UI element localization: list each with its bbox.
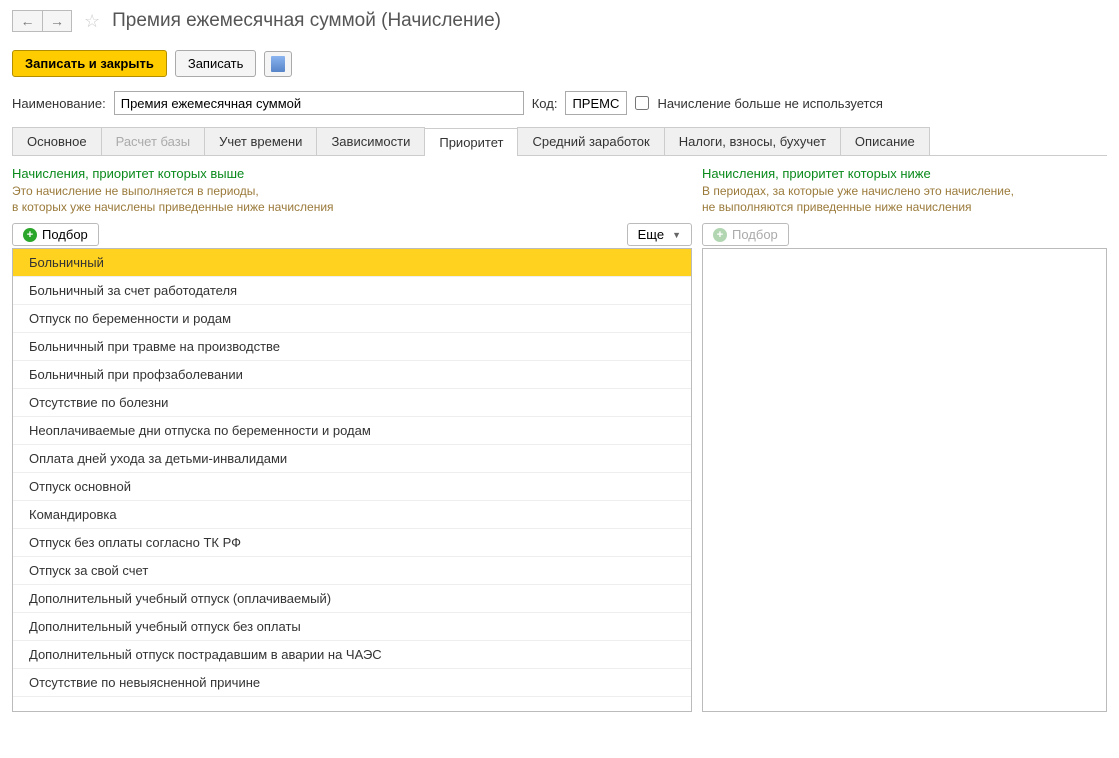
code-label: Код:: [532, 96, 558, 111]
list-item[interactable]: Дополнительный учебный отпуск без оплаты: [13, 613, 691, 641]
name-label: Наименование:: [12, 96, 106, 111]
list-item[interactable]: Отпуск основной: [13, 473, 691, 501]
inactive-label: Начисление больше не используется: [657, 96, 882, 111]
favorite-star-icon[interactable]: ☆: [80, 11, 104, 32]
lower-priority-desc: В периодах, за которые уже начислено это…: [702, 183, 1107, 215]
list-item[interactable]: Отпуск за свой счет: [13, 557, 691, 585]
list-item[interactable]: Больничный за счет работодателя: [13, 277, 691, 305]
page-title: Премия ежемесячная суммой (Начисление): [112, 10, 501, 32]
tab-7[interactable]: Описание: [840, 127, 930, 155]
inactive-checkbox[interactable]: [635, 96, 649, 110]
list-item[interactable]: Отпуск без оплаты согласно ТК РФ: [13, 529, 691, 557]
plus-icon: +: [23, 228, 37, 242]
tab-1: Расчет базы: [101, 127, 206, 155]
document-icon: [271, 56, 285, 72]
list-item[interactable]: Больничный при травме на производстве: [13, 333, 691, 361]
save-and-close-button[interactable]: Записать и закрыть: [12, 50, 167, 77]
list-item[interactable]: Командировка: [13, 501, 691, 529]
more-button[interactable]: Еще ▼: [627, 223, 692, 246]
list-item[interactable]: Отпуск по беременности и родам: [13, 305, 691, 333]
list-view-button[interactable]: [264, 51, 292, 77]
tab-3[interactable]: Зависимости: [316, 127, 425, 155]
name-input[interactable]: [114, 91, 524, 115]
list-item[interactable]: Больничный: [13, 249, 691, 277]
list-item[interactable]: Оплата дней ухода за детьми-инвалидами: [13, 445, 691, 473]
tab-6[interactable]: Налоги, взносы, бухучет: [664, 127, 841, 155]
tab-4[interactable]: Приоритет: [424, 128, 518, 156]
pick-lower-button[interactable]: + Подбор: [702, 223, 789, 246]
tab-0[interactable]: Основное: [12, 127, 102, 155]
tab-5[interactable]: Средний заработок: [517, 127, 664, 155]
list-item[interactable]: Отсутствие по невыясненной причине: [13, 669, 691, 697]
list-item[interactable]: Отсутствие по болезни: [13, 389, 691, 417]
pick-higher-button[interactable]: + Подбор: [12, 223, 99, 246]
list-item[interactable]: Неоплачиваемые дни отпуска по беременнос…: [13, 417, 691, 445]
higher-priority-title: Начисления, приоритет которых выше: [12, 166, 692, 181]
list-item[interactable]: Больничный при профзаболевании: [13, 361, 691, 389]
list-item[interactable]: Дополнительный учебный отпуск (оплачивае…: [13, 585, 691, 613]
plus-icon: +: [713, 228, 727, 242]
chevron-down-icon: ▼: [672, 230, 681, 240]
nav-back-button[interactable]: ←: [12, 10, 42, 32]
higher-priority-desc: Это начисление не выполняется в периоды,…: [12, 183, 692, 215]
higher-priority-list: БольничныйБольничный за счет работодател…: [12, 248, 692, 712]
list-item[interactable]: Дополнительный отпуск пострадавшим в ава…: [13, 641, 691, 669]
code-input[interactable]: [565, 91, 627, 115]
tab-2[interactable]: Учет времени: [204, 127, 317, 155]
nav-forward-button[interactable]: →: [42, 10, 72, 32]
save-button[interactable]: Записать: [175, 50, 257, 77]
lower-priority-list: [702, 248, 1107, 712]
lower-priority-title: Начисления, приоритет которых ниже: [702, 166, 1107, 181]
